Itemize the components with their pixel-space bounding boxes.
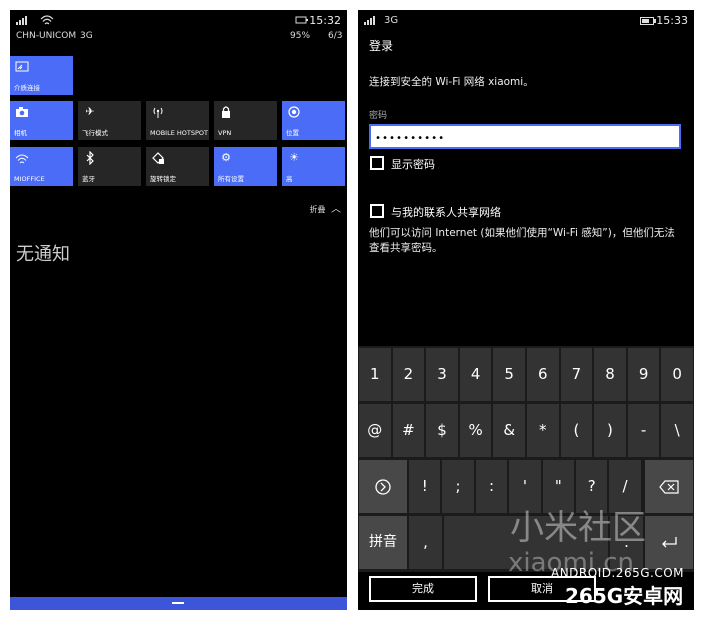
key-row1-4[interactable]: 5: [493, 348, 525, 401]
key-row2-0[interactable]: @: [359, 404, 391, 457]
tile-camera[interactable]: 相机: [10, 101, 73, 140]
comma-key[interactable]: ,: [409, 516, 442, 569]
wifi-icon: [40, 15, 54, 25]
key-row1-5[interactable]: 6: [527, 348, 559, 401]
show-password-label: 显示密码: [391, 158, 435, 171]
circle-arrow-icon: [375, 478, 391, 495]
location-icon: [288, 106, 300, 118]
watermark-site-en: ANDROID.265G.COM: [551, 566, 684, 580]
tile-bluetooth[interactable]: 蓝牙: [78, 147, 141, 186]
clock: 15:33: [656, 14, 688, 27]
collapse-label: 折叠: [309, 205, 326, 214]
key-row3-2[interactable]: :: [475, 460, 508, 513]
tile-label: VPN: [218, 129, 232, 137]
page-title: 登录: [369, 39, 394, 53]
status-bar: 3G 15:33: [358, 10, 694, 32]
backspace-icon: [659, 479, 679, 494]
backspace-key[interactable]: [645, 460, 693, 513]
share-description: 他们可以访问 Internet (如果他们使用“Wi-Fi 感知”)，但他们无法…: [369, 227, 675, 254]
done-button[interactable]: 完成: [369, 576, 477, 602]
watermark-mi-community: 小米社区: [510, 508, 646, 548]
key-row1-1[interactable]: 2: [392, 348, 425, 401]
wifi-icon: [15, 154, 29, 164]
brightness-icon: ☀: [289, 151, 299, 164]
tile-label: 相机: [14, 129, 27, 137]
tile-label: 介质连接: [14, 84, 40, 92]
date: 6/3: [328, 31, 343, 41]
key-row2-9[interactable]: \: [661, 404, 693, 457]
key-row2-2[interactable]: $: [426, 404, 458, 457]
tile-mioffice[interactable]: MIOFFICE: [10, 147, 73, 186]
tile-media-connect[interactable]: 介质连接: [10, 56, 73, 95]
tile-label: 旋转锁定: [150, 175, 176, 183]
show-password-checkbox[interactable]: [370, 156, 384, 170]
tile-airplane[interactable]: ✈ 飞行模式: [78, 101, 141, 140]
tile-label: 蓝牙: [82, 175, 95, 183]
network-type: 3G: [384, 15, 399, 26]
key-row1-2[interactable]: 3: [426, 348, 458, 401]
tile-location[interactable]: 位置: [282, 101, 345, 140]
tile-brightness[interactable]: ☀ 高: [282, 147, 345, 186]
network-type: 3G: [80, 31, 93, 41]
tile-label: MOBILE HOTSPOT: [150, 129, 209, 137]
key-row1-7[interactable]: 8: [594, 348, 626, 401]
tile-label: MIOFFICE: [14, 175, 45, 183]
key-row2-1[interactable]: #: [392, 404, 425, 457]
tile-vpn[interactable]: VPN: [214, 101, 277, 140]
keyboard-toggle-key[interactable]: [359, 460, 407, 513]
key-row1-9[interactable]: 0: [661, 348, 693, 401]
collapse-button[interactable]: 折叠 ︿: [309, 200, 341, 215]
connect-text: 连接到安全的 Wi-Fi 网络 xiaomi。: [369, 76, 534, 88]
key-row2-3[interactable]: %: [459, 404, 492, 457]
tile-rotation-lock[interactable]: 旋转锁定: [146, 147, 209, 186]
password-field-container: [369, 124, 681, 149]
tile-label: 位置: [286, 129, 299, 137]
gear-icon: ⚙: [221, 151, 231, 164]
carrier-name: CHN-UNICOM: [16, 31, 77, 41]
media-connect-icon: [15, 61, 29, 72]
bluetooth-icon: [86, 151, 94, 165]
enter-icon: [662, 536, 677, 547]
key-row3-1[interactable]: ;: [442, 460, 474, 513]
key-row1-6[interactable]: 7: [560, 348, 593, 401]
hotspot-icon: [153, 107, 163, 118]
key-row2-4[interactable]: &: [493, 404, 525, 457]
share-network-checkbox[interactable]: [370, 204, 384, 218]
enter-key[interactable]: [645, 516, 693, 569]
key-row2-8[interactable]: -: [627, 404, 660, 457]
tile-label: 所有设置: [218, 175, 244, 183]
key-row1-3[interactable]: 4: [459, 348, 492, 401]
pinyin-key[interactable]: 拼音: [359, 516, 407, 569]
action-center-handle[interactable]: [10, 597, 347, 610]
tile-mobile-hotspot[interactable]: MOBILE HOTSPOT: [146, 101, 209, 140]
rotation-lock-icon: [152, 152, 164, 164]
signal-icon: [16, 16, 30, 25]
password-input[interactable]: [371, 128, 679, 149]
clock: 15:32: [309, 14, 341, 27]
key-row2-7[interactable]: ): [594, 404, 626, 457]
status-bar: 15:32: [10, 10, 347, 32]
key-row2-6[interactable]: (: [560, 404, 593, 457]
share-network-label: 与我的联系人共享网络: [391, 206, 501, 219]
no-notifications-text: 无通知: [16, 244, 70, 265]
key-row3-0[interactable]: !: [409, 460, 441, 513]
lock-icon: [222, 106, 230, 118]
key-row1-0[interactable]: 1: [359, 348, 391, 401]
signal-icon: [364, 16, 378, 25]
chevron-up-icon: ︿: [331, 204, 341, 215]
battery-saver-icon: [295, 16, 308, 24]
tile-label: 高: [286, 175, 293, 183]
battery-icon: [640, 17, 656, 25]
action-center-screen: 15:32 CHN-UNICOM 3G 95% 6/3 介质连接 相机 ✈ 飞行…: [10, 10, 347, 610]
key-row2-5[interactable]: *: [527, 404, 559, 457]
tile-label: 飞行模式: [82, 129, 108, 137]
airplane-icon: ✈: [85, 105, 95, 118]
key-row1-8[interactable]: 9: [627, 348, 660, 401]
camera-icon: [16, 107, 28, 117]
watermark-site-cn: 265G安卓网: [565, 584, 684, 608]
password-label: 密码: [369, 111, 388, 121]
battery-percent: 95%: [290, 31, 311, 41]
tile-all-settings[interactable]: ⚙ 所有设置: [214, 147, 277, 186]
